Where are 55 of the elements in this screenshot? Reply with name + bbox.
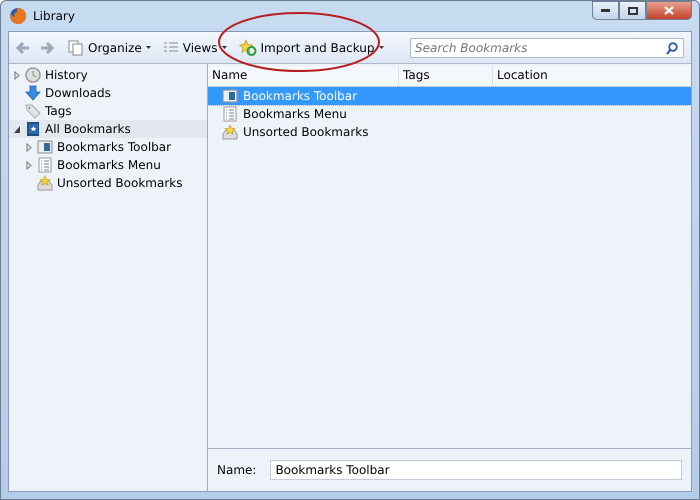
expand-arrow-icon[interactable] bbox=[14, 70, 20, 80]
bookmark-name: Bookmarks Menu bbox=[243, 107, 347, 121]
bookmark-name: Unsorted Bookmarks bbox=[243, 125, 368, 139]
tree-item-label: Unsorted Bookmarks bbox=[57, 176, 182, 190]
maximize-button[interactable] bbox=[619, 1, 646, 20]
column-header[interactable]: Location bbox=[493, 66, 691, 86]
tree-item-label: Bookmarks Menu bbox=[57, 158, 161, 172]
dropdown-caret-icon bbox=[222, 46, 226, 49]
bookmark-row[interactable]: Unsorted Bookmarks bbox=[208, 123, 691, 141]
star-tray-icon bbox=[37, 175, 53, 191]
tree-item-label: Bookmarks Toolbar bbox=[57, 140, 172, 154]
menu-list-icon bbox=[222, 106, 238, 122]
bookmark-row[interactable]: Bookmarks Menu bbox=[208, 105, 691, 123]
tree-item-label: Tags bbox=[45, 104, 72, 118]
maximize-icon bbox=[628, 6, 638, 14]
name-field[interactable]: Bookmarks Toolbar bbox=[270, 460, 682, 480]
back-arrow-icon[interactable] bbox=[16, 40, 30, 54]
tree-item[interactable]: Unsorted Bookmarks bbox=[9, 174, 207, 192]
tree-item[interactable]: Downloads bbox=[9, 84, 207, 102]
window-title: Library bbox=[33, 9, 75, 23]
forward-arrow-icon[interactable] bbox=[40, 40, 54, 54]
minimize-button[interactable] bbox=[592, 1, 619, 20]
toolbar-menu-button[interactable]: Import and Backup bbox=[234, 37, 388, 58]
dropdown-caret-icon bbox=[146, 46, 151, 49]
close-icon bbox=[664, 6, 674, 15]
tree-item[interactable]: Bookmarks Toolbar bbox=[9, 138, 207, 156]
toolbar-folder-icon bbox=[222, 88, 238, 104]
toolbar-folder-icon bbox=[37, 139, 53, 155]
toolbar-menu-button[interactable]: Organize bbox=[64, 38, 155, 58]
down-arrow-icon bbox=[25, 85, 41, 101]
tree-item-label: History bbox=[45, 68, 88, 82]
close-button[interactable] bbox=[646, 1, 692, 20]
bookmark-name: Bookmarks Toolbar bbox=[243, 89, 358, 103]
star-tray-icon bbox=[222, 124, 238, 140]
minimize-icon bbox=[601, 9, 610, 12]
menu-list-icon bbox=[37, 157, 53, 173]
collapse-arrow-icon[interactable] bbox=[14, 126, 20, 132]
tree-item-label: Downloads bbox=[45, 86, 111, 100]
clock-icon bbox=[25, 67, 41, 83]
browser-logo-icon bbox=[9, 7, 27, 25]
tree-item[interactable]: All Bookmarks bbox=[9, 120, 207, 138]
tree-item[interactable]: History bbox=[9, 66, 207, 84]
pages-icon bbox=[68, 40, 84, 56]
dropdown-caret-icon bbox=[378, 46, 384, 49]
book-icon bbox=[25, 121, 41, 137]
tree-item[interactable]: Bookmarks Menu bbox=[9, 156, 207, 174]
name-label: Name: bbox=[217, 463, 256, 477]
list-icon bbox=[162, 40, 179, 54]
search-icon bbox=[666, 42, 678, 54]
tree-item-label: All Bookmarks bbox=[45, 122, 131, 136]
tag-icon bbox=[25, 103, 41, 119]
search-field[interactable]: Search Bookmarks bbox=[410, 38, 684, 58]
star-refresh-icon bbox=[238, 39, 256, 56]
toolbar-menu-button[interactable]: Views bbox=[158, 38, 230, 56]
tree-item[interactable]: Tags bbox=[9, 102, 207, 120]
